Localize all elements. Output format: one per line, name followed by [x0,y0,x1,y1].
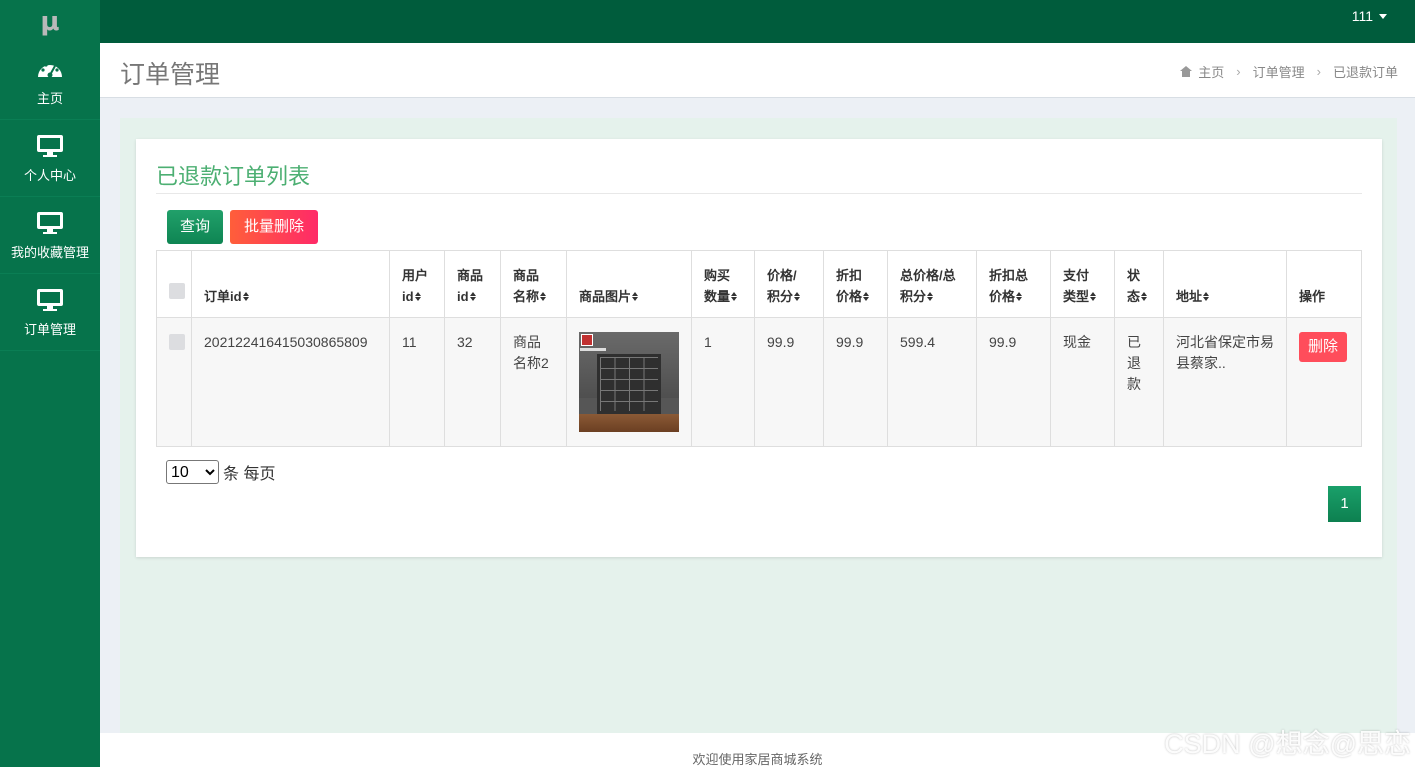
logo-text: μ [40,6,60,37]
cell-total-price: 599.4 [887,317,977,447]
divider [156,193,1362,194]
sort-icon [1141,292,1148,302]
cell-quantity: 1 [691,317,755,447]
breadcrumb-separator: › [1316,64,1321,79]
col-address[interactable]: 地址 [1163,250,1287,318]
cell-discount-total: 99.9 [976,317,1051,447]
breadcrumb: 主页 › 订单管理 › 已退款订单 [1180,62,1398,81]
col-actions: 操作 [1286,250,1362,318]
batch-delete-button[interactable]: 批量删除 [230,210,318,244]
content-header: 订单管理 主页 › 订单管理 › 已退款订单 [100,43,1415,98]
sidebar: 主页 个人中心 我的收藏管理 订单管理 [0,43,100,767]
delete-button[interactable]: 删除 [1299,332,1347,362]
cell-payment-type: 现金 [1050,317,1115,447]
col-user-id[interactable]: 用户 id [389,250,445,318]
logo[interactable]: μ [0,0,100,43]
sort-icon [540,292,547,302]
col-product-image[interactable]: 商品图片 [566,250,692,318]
orders-card: 已退款订单列表 查询 批量删除 订单id 用户 id 商品 id 商品 名称 商品图片… [136,139,1382,557]
col-status[interactable]: 状态 [1114,250,1164,318]
sort-icon [863,292,870,302]
sort-icon [414,292,422,302]
monitor-icon [37,287,63,313]
user-menu[interactable]: 111 [1352,0,1387,32]
sidebar-item-label: 我的收藏管理 [10,244,89,260]
table-header-row: 订单id 用户 id 商品 id 商品 名称 商品图片 购买 数量 价格/积分 折扣 价格… [156,250,1362,318]
cell-actions: 删除 [1286,317,1362,447]
sort-icon [1203,292,1210,302]
page-size-control: 10 条 每页 [166,460,275,484]
page-size-suffix: 条 每页 [223,466,276,483]
cell-product-name: 商品 名称2 [500,317,567,447]
sort-icon [1016,292,1023,302]
cell-address: 河北省保定市易 县蔡家.. [1163,317,1287,447]
sidebar-item-home[interactable]: 主页 [0,43,100,120]
col-quantity[interactable]: 购买 数量 [691,250,755,318]
cell-discount-price: 99.9 [823,317,888,447]
sidebar-item-orders[interactable]: 订单管理 [0,274,100,351]
select-all-checkbox[interactable] [169,283,185,299]
top-navbar: μ 111 [0,0,1415,43]
select-all-cell [156,250,192,318]
page-size-select[interactable]: 10 [166,460,219,484]
col-discount-price[interactable]: 折扣 价格 [823,250,888,318]
cell-product-id: 32 [444,317,501,447]
col-payment-type[interactable]: 支付 类型 [1050,250,1115,318]
sort-icon [242,292,250,302]
sort-icon [469,292,477,302]
page-title: 订单管理 [120,61,221,89]
sort-icon [927,292,934,302]
table-row: 202122416415030865809 11 32 商品 名称2 1 99.9… [156,317,1362,447]
breadcrumb-current: 已退款订单 [1332,65,1398,80]
dashboard-icon [36,56,64,82]
cell-user-id: 11 [389,317,445,447]
col-total-price[interactable]: 总价格/总 积分 [887,250,977,318]
sidebar-item-label: 个人中心 [23,167,76,183]
watermark: CSDN @想念@思恋 [1164,729,1411,759]
orders-table: 订单id 用户 id 商品 id 商品 名称 商品图片 购买 数量 价格/积分 折扣 价格… [156,250,1362,447]
cell-product-image [566,317,692,447]
sidebar-item-label: 主页 [36,90,63,106]
breadcrumb-home[interactable]: 主页 [1198,62,1224,81]
cell-price: 99.9 [754,317,824,447]
row-select-cell [156,317,192,447]
sidebar-item-favorites[interactable]: 我的收藏管理 [0,197,100,274]
breadcrumb-orders[interactable]: 订单管理 [1253,62,1305,81]
user-name: 111 [1351,8,1373,24]
sort-icon [731,292,738,302]
pagination-page-button[interactable]: 1 [1328,486,1361,522]
cell-status: 已退款 [1114,317,1164,447]
sidebar-item-label: 订单管理 [23,321,76,337]
col-product-id[interactable]: 商品 id [444,250,501,318]
col-order-id[interactable]: 订单id [191,250,390,318]
col-discount-total[interactable]: 折扣总 价格 [976,250,1051,318]
sort-icon [794,292,801,302]
monitor-icon [37,133,63,159]
product-image[interactable] [579,332,679,432]
query-button[interactable]: 查询 [167,210,223,244]
sort-icon [1090,292,1097,302]
col-product-name[interactable]: 商品 名称 [500,250,567,318]
sort-icon [632,292,639,302]
col-price[interactable]: 价格/积分 [754,250,824,318]
card-title: 已退款订单列表 [156,164,311,189]
caret-down-icon [1379,13,1387,19]
home-icon [1180,66,1193,77]
breadcrumb-separator: › [1236,64,1241,79]
monitor-icon [37,210,63,236]
cell-order-id: 202122416415030865809 [191,317,390,447]
row-checkbox[interactable] [169,334,185,350]
sidebar-item-profile[interactable]: 个人中心 [0,120,100,197]
